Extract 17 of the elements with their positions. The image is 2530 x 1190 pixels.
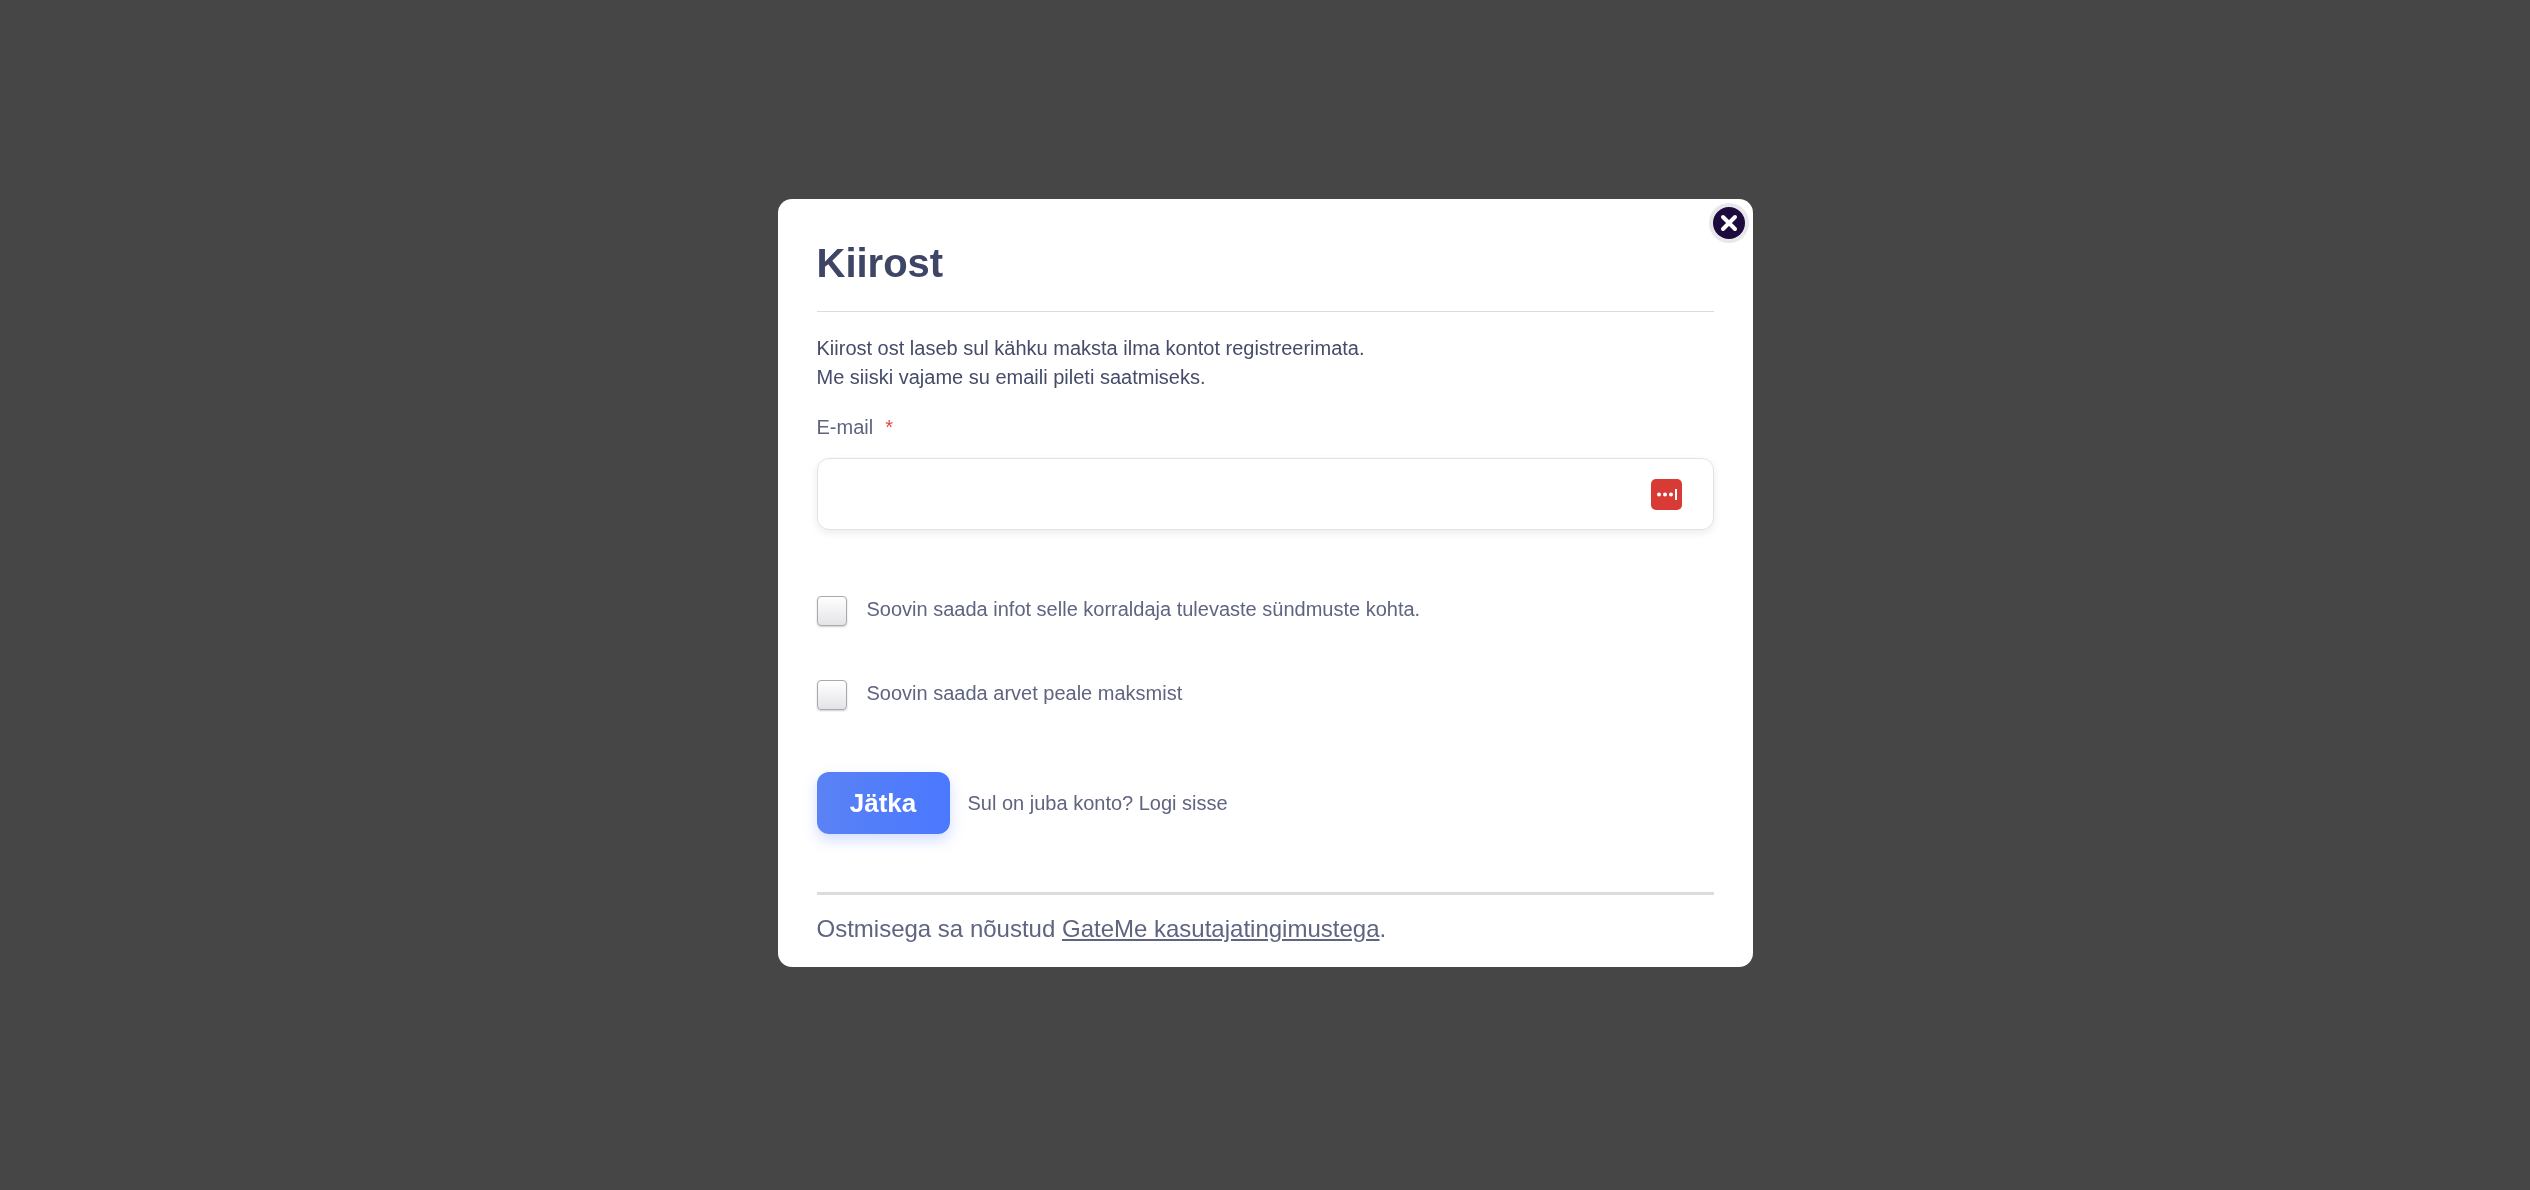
close-button[interactable] (1708, 203, 1749, 243)
password-manager-icon[interactable] (1650, 478, 1682, 510)
required-mark: * (885, 415, 893, 440)
terms-text: Ostmisega sa nõustud GateMe kasutajatingimustega. (816, 914, 1388, 944)
terms-link[interactable]: GateMe kasutajatingimustega (1061, 915, 1380, 942)
intro-text: Kiirost ost laseb sul kähku maksta ilma kontot registreerimata. (816, 336, 1366, 361)
checkbox[interactable] (816, 596, 847, 626)
login-link[interactable]: Sul on juba konto? Logi sisse (967, 788, 1228, 818)
checkbox-label: Soovin saada arvet peale maksmist (866, 681, 1183, 706)
dialog-title: Kiirost (816, 240, 945, 287)
intro-text: Me siiski vajame su emaili pileti saatmiseks. (816, 365, 1207, 390)
email-field[interactable] (816, 458, 1714, 530)
checkbox[interactable] (816, 680, 847, 710)
checkbox-label: Soovin saada infot selle korraldaja tulevaste sündmuste kohta. (866, 597, 1421, 622)
close-icon (1712, 207, 1745, 239)
field-label: E-mail (816, 415, 874, 440)
continue-button[interactable]: Jätka (816, 772, 950, 834)
